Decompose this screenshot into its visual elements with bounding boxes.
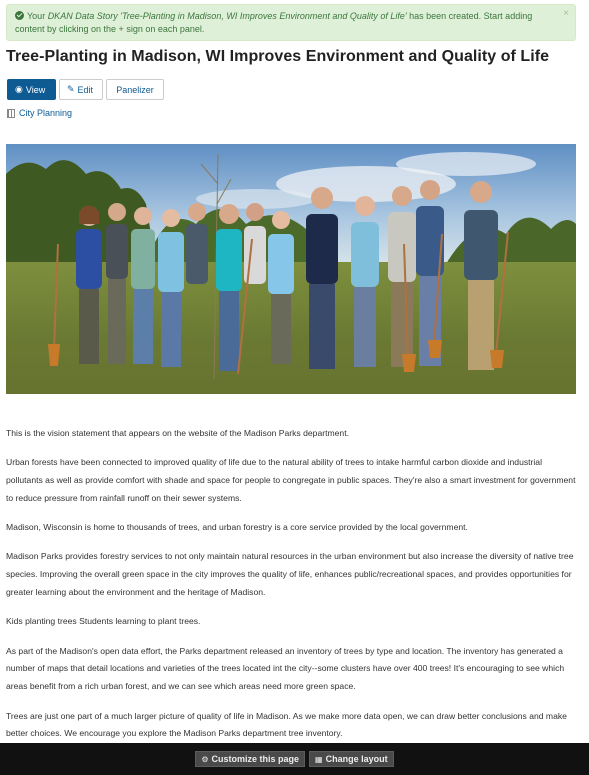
building-icon	[7, 108, 15, 118]
grid-icon: ▦	[315, 754, 323, 764]
alert-prefix: Your	[27, 11, 48, 21]
panels-ipe-toolbar: ⚙ Customize this page ▦ Change layout	[0, 743, 589, 775]
story-paragraph: Kids planting trees Students learning to…	[6, 616, 201, 627]
tab-panelizer-label: Panelizer	[116, 84, 154, 95]
story-paragraph: Madison, Wisconsin is home to thousands …	[6, 522, 468, 533]
customize-page-label: Customize this page	[211, 754, 300, 764]
story-image	[6, 144, 576, 394]
page-tabs: ◉ View ✎ Edit Panelizer	[7, 79, 167, 100]
story-paragraph: As part of the Madison's open data effor…	[6, 645, 565, 692]
customize-page-button[interactable]: ⚙ Customize this page	[195, 751, 306, 767]
gear-icon: ⚙	[201, 754, 209, 764]
eye-icon: ◉	[15, 84, 23, 94]
story-paragraph: This is the vision statement that appear…	[6, 428, 349, 438]
tab-view[interactable]: ◉ View	[7, 79, 56, 100]
topic-link[interactable]: City Planning	[7, 108, 72, 118]
story-paragraph: Madison Parks provides forestry services…	[6, 551, 574, 598]
tree-planting-photo	[6, 144, 576, 394]
tab-panelizer[interactable]: Panelizer	[106, 79, 164, 100]
alert-type: DKAN Data Story	[47, 11, 118, 21]
tab-edit-label: Edit	[77, 84, 94, 95]
story-paragraph: Urban forests have been connected to imp…	[6, 457, 576, 503]
topic-label: City Planning	[19, 108, 73, 118]
story-body: This is the vision statement that appear…	[6, 425, 578, 755]
status-message: Your DKAN Data Story 'Tree-Planting in M…	[6, 4, 576, 41]
close-alert-button[interactable]: ×	[563, 7, 569, 20]
story-paragraph: Trees are just one part of a much larger…	[6, 710, 567, 739]
alert-story-title: 'Tree-Planting in Madison, WI Improves E…	[117, 11, 407, 21]
edit-icon: ✎	[67, 84, 75, 94]
page-title: Tree-Planting in Madison, WI Improves En…	[6, 48, 550, 65]
tab-edit[interactable]: ✎ Edit	[59, 79, 103, 100]
check-circle-icon	[15, 11, 24, 20]
change-layout-label: Change layout	[325, 754, 388, 764]
change-layout-button[interactable]: ▦ Change layout	[309, 751, 394, 767]
tab-view-label: View	[25, 84, 46, 95]
